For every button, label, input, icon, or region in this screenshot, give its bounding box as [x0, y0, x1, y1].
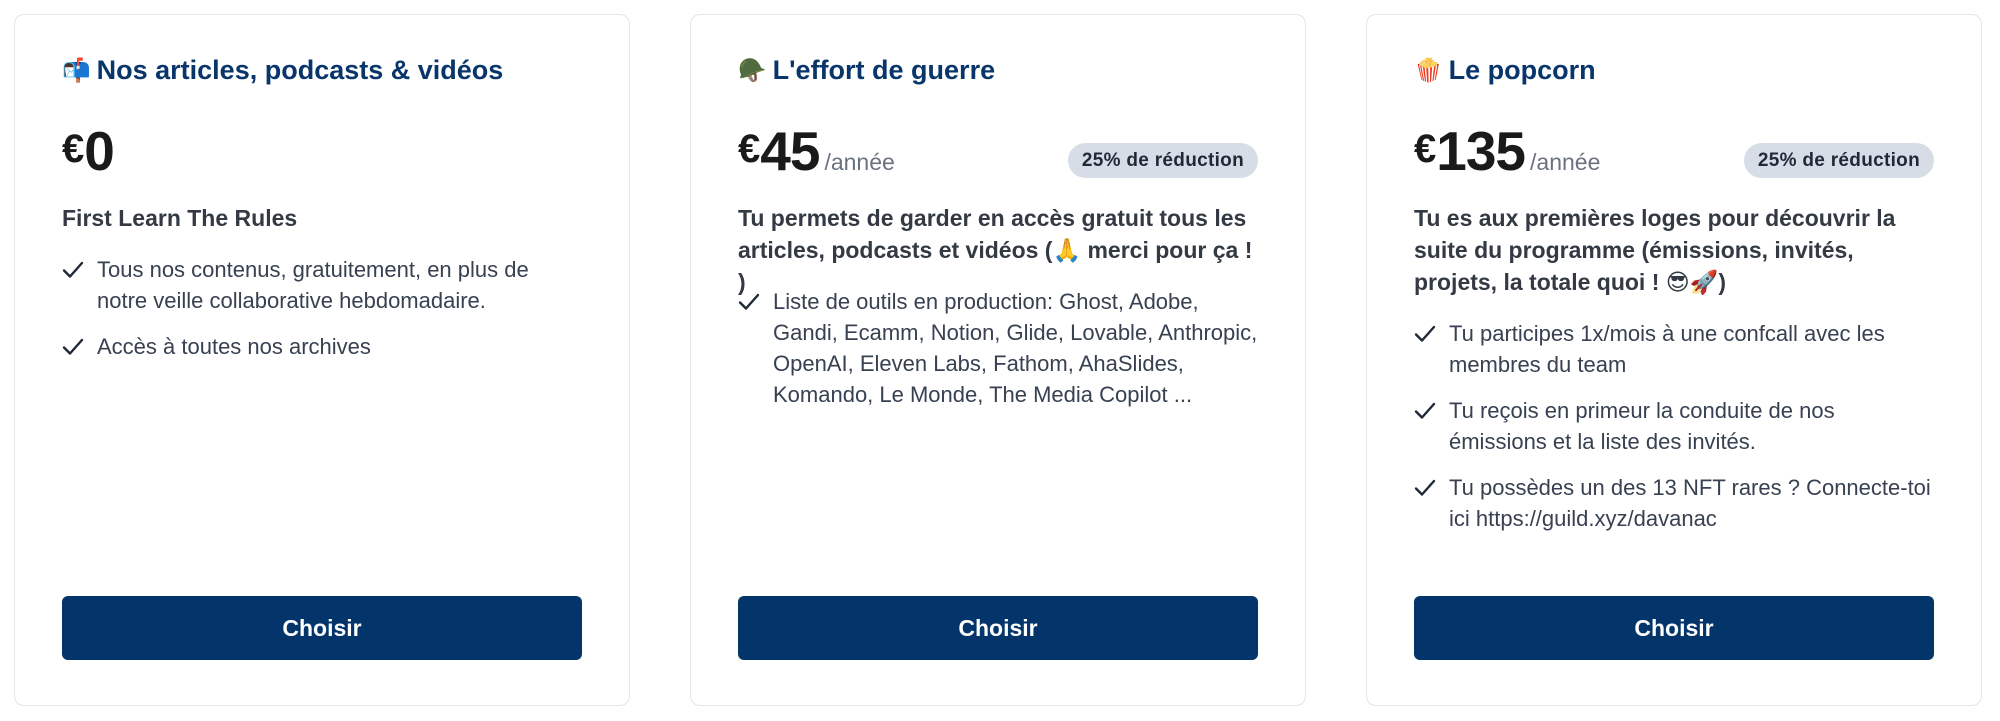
price-amount: 45 [760, 120, 820, 182]
discount-badge: 25% de réduction [1743, 143, 1934, 178]
price-row: € 45 /année 25% de réduction [738, 119, 1258, 183]
checkmark-icon [62, 259, 84, 281]
price-period: /année [1530, 149, 1601, 175]
price-row: € 135 /année 25% de réduction [1414, 119, 1934, 183]
plan-title-text: Nos articles, podcasts & vidéos [96, 55, 504, 85]
plan-title-text: Le popcorn [1448, 55, 1596, 85]
popcorn-icon: 🍿 [1414, 58, 1443, 84]
checkmark-icon [1414, 400, 1436, 422]
plan-subtitle: First Learn The Rules [62, 205, 298, 231]
checkmark-icon [1414, 323, 1436, 345]
feature-text: Tu reçois en primeur la conduite de nos … [1449, 398, 1835, 454]
plan-price: € 45 /année [738, 119, 895, 183]
pricing-section: 📬 Nos articles, podcasts & vidéos € 0 Fi… [0, 0, 2000, 721]
feature-list: Tous nos contenus, gratuitement, en plus… [62, 254, 582, 377]
price-row: € 0 [62, 119, 582, 183]
feature-item: Tu possèdes un des 13 NFT rares ? Connec… [1414, 472, 1934, 534]
price-amount: 135 [1436, 120, 1526, 182]
plan-title: 🪖 L'effort de guerre [738, 55, 995, 86]
choose-plan-button[interactable]: Choisir [1414, 596, 1934, 660]
feature-item: Tous nos contenus, gratuitement, en plus… [62, 254, 582, 316]
feature-text: Liste de outils en production: Ghost, Ad… [773, 289, 1258, 407]
plan-subtitle: Tu permets de garder en accès gratuit to… [738, 205, 1253, 295]
currency-symbol: € [738, 127, 761, 171]
choose-plan-button[interactable]: Choisir [62, 596, 582, 660]
checkmark-icon [738, 291, 760, 313]
feature-text: Tu possèdes un des 13 NFT rares ? Connec… [1449, 475, 1931, 531]
plan-title: 📬 Nos articles, podcasts & vidéos [62, 55, 503, 86]
feature-item: Liste de outils en production: Ghost, Ad… [738, 286, 1258, 410]
currency-symbol: € [1414, 127, 1437, 171]
price-amount: 0 [84, 120, 115, 182]
checkmark-icon [62, 336, 84, 358]
plan-title-text: L'effort de guerre [772, 55, 996, 85]
checkmark-icon [1414, 477, 1436, 499]
plan-price: € 0 [62, 119, 115, 183]
plan-card-popcorn: 🍿 Le popcorn € 135 /année 25% de réducti… [1366, 14, 1982, 706]
feature-text: Tu participes 1x/mois à une confcall ave… [1449, 321, 1885, 377]
feature-item: Tu reçois en primeur la conduite de nos … [1414, 395, 1934, 457]
feature-item: Accès à toutes nos archives [62, 331, 582, 362]
plan-card-free: 📬 Nos articles, podcasts & vidéos € 0 Fi… [14, 14, 630, 706]
feature-text: Tous nos contenus, gratuitement, en plus… [97, 257, 529, 313]
discount-badge: 25% de réduction [1067, 143, 1258, 178]
currency-symbol: € [62, 127, 85, 171]
plan-subtitle: Tu es aux premières loges pour découvrir… [1414, 205, 1896, 295]
plan-price: € 135 /année [1414, 119, 1600, 183]
feature-text: Accès à toutes nos archives [97, 334, 371, 359]
plan-card-effort-de-guerre: 🪖 L'effort de guerre € 45 /année 25% de … [690, 14, 1306, 706]
price-period: /année [824, 149, 895, 175]
choose-plan-button[interactable]: Choisir [738, 596, 1258, 660]
plan-title: 🍿 Le popcorn [1414, 55, 1596, 86]
mailbox-icon: 📬 [62, 58, 91, 84]
feature-item: Tu participes 1x/mois à une confcall ave… [1414, 318, 1934, 380]
military-helmet-icon: 🪖 [738, 58, 767, 84]
feature-list: Tu participes 1x/mois à une confcall ave… [1414, 318, 1934, 549]
feature-list: Liste de outils en production: Ghost, Ad… [738, 286, 1258, 425]
